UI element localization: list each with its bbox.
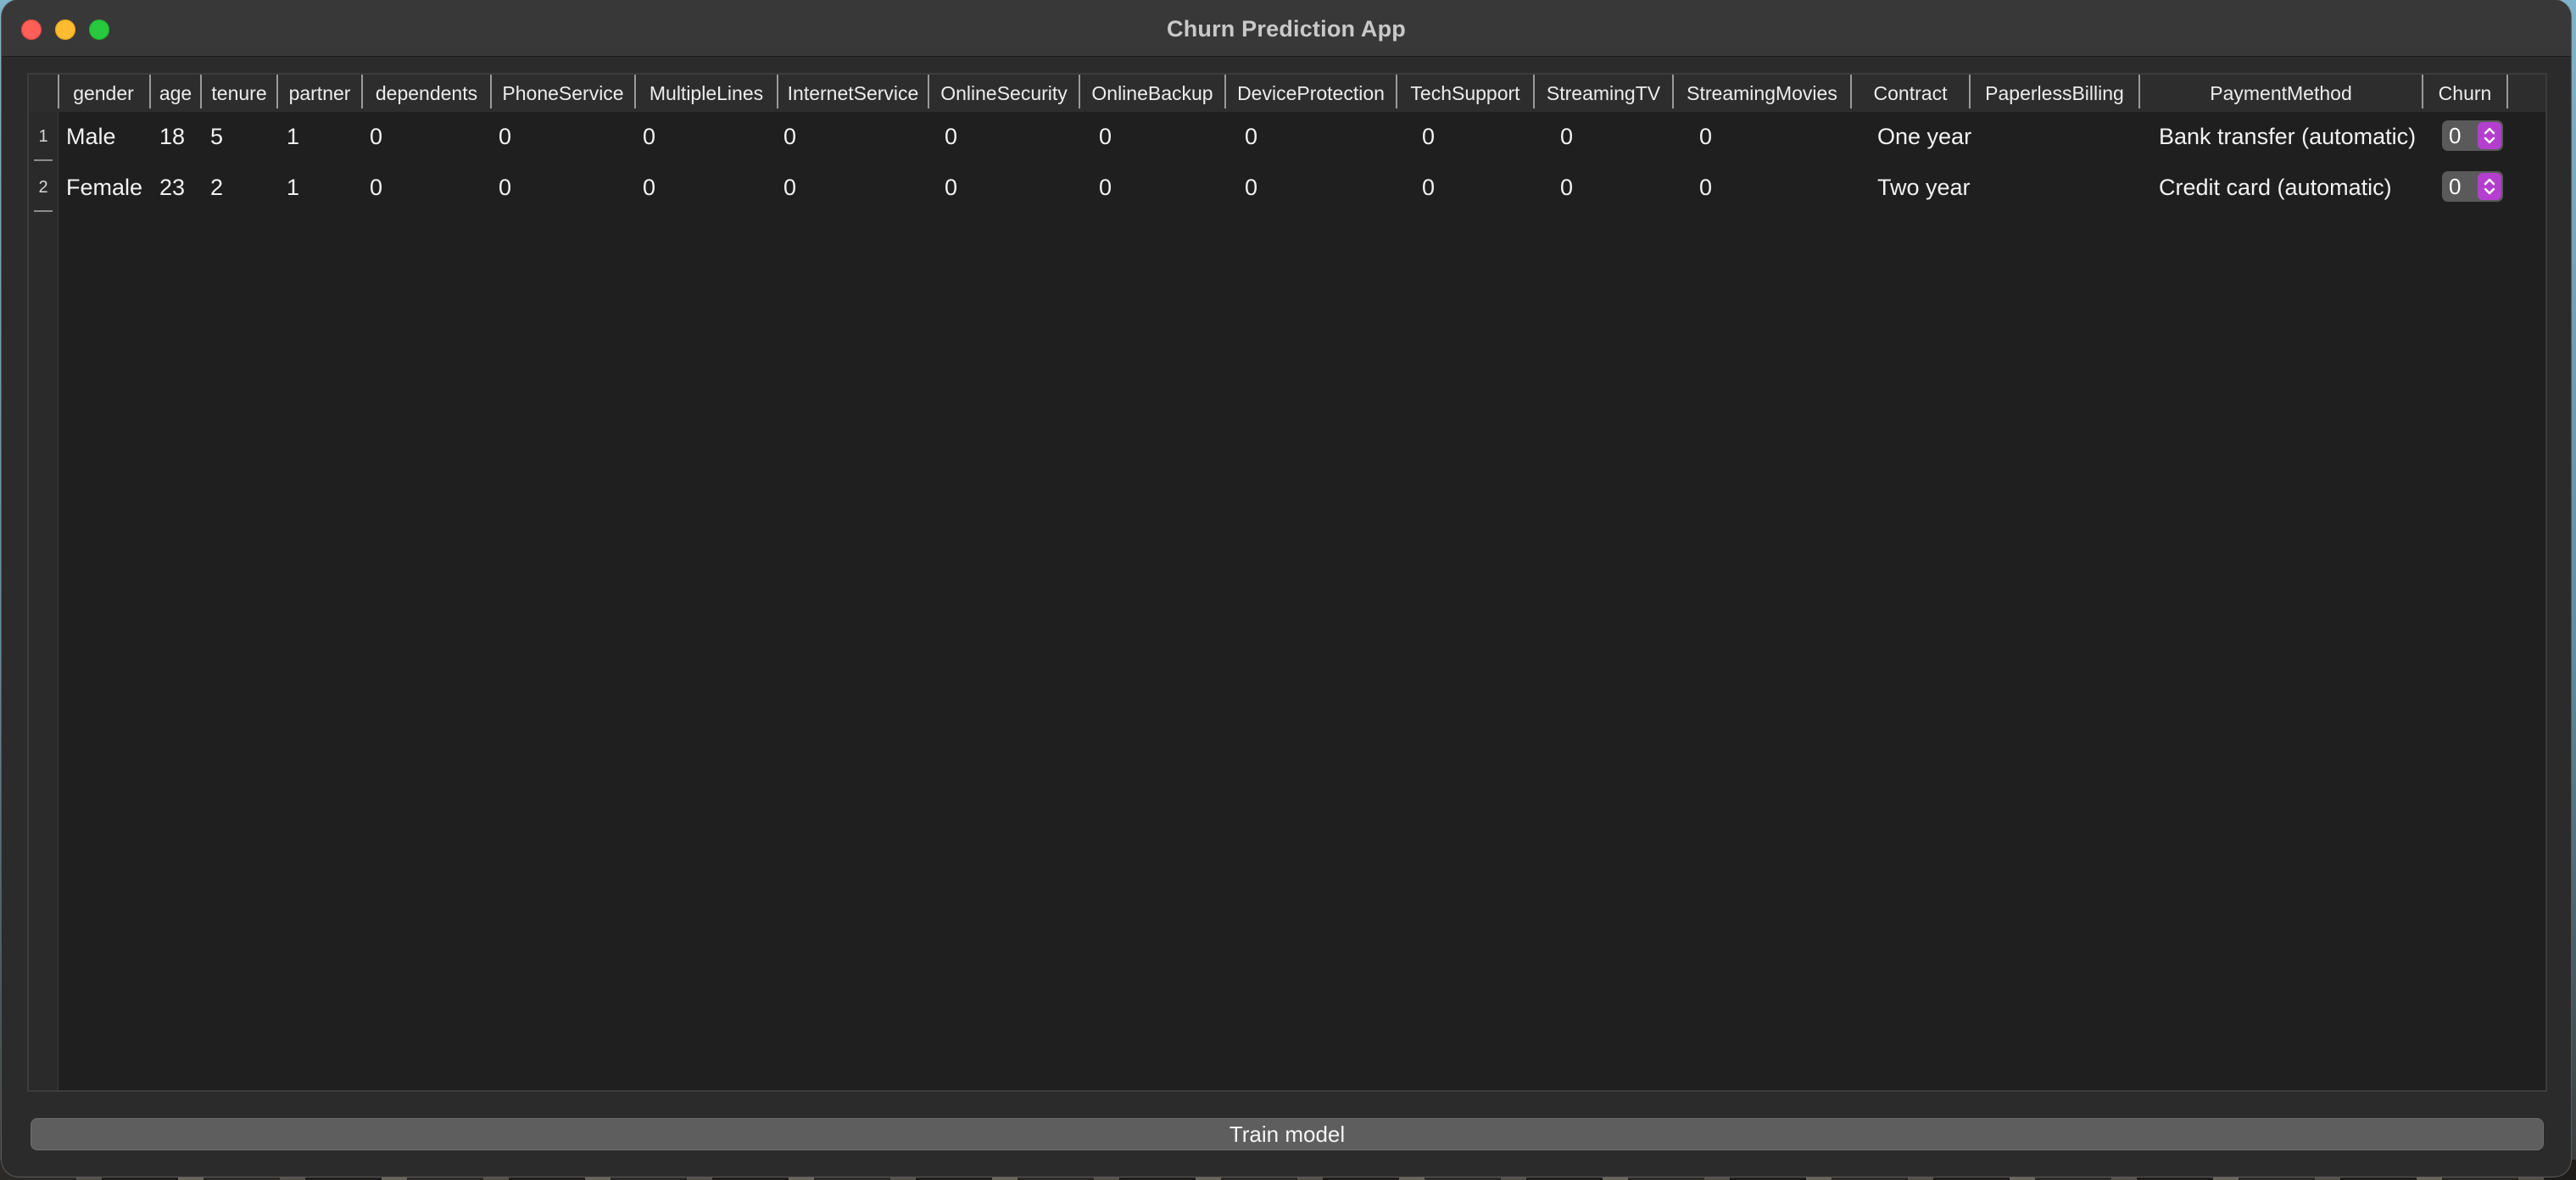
column-header-tenure[interactable]: tenure xyxy=(202,75,276,112)
cell-phoneservice[interactable]: 0 xyxy=(499,175,511,201)
cell-phoneservice[interactable]: 0 xyxy=(499,124,511,150)
column-header-phoneservice[interactable]: PhoneService xyxy=(492,75,634,112)
cell-age[interactable]: 23 xyxy=(159,175,185,201)
column-header-row: gender age tenure partner dependents Pho… xyxy=(58,75,2545,112)
cell-onlinebackup[interactable]: 0 xyxy=(1099,124,1112,150)
churn-value[interactable]: 0 xyxy=(2449,174,2461,200)
cell-gender[interactable]: Male xyxy=(66,124,116,150)
column-header-internetservice[interactable]: InternetService xyxy=(778,75,928,112)
column-header-contract[interactable]: Contract xyxy=(1852,75,1969,112)
window-title: Churn Prediction App xyxy=(1167,16,1406,42)
cell-multiplelines[interactable]: 0 xyxy=(643,124,655,150)
cell-age[interactable]: 18 xyxy=(159,124,185,150)
cell-techsupport[interactable]: 0 xyxy=(1422,124,1435,150)
cell-deviceprotection[interactable]: 0 xyxy=(1245,175,1257,201)
app-window: Churn Prediction App gender age tenure p… xyxy=(2,0,2571,1177)
cell-contract[interactable]: One year xyxy=(1877,124,1971,150)
cell-multiplelines[interactable]: 0 xyxy=(643,175,655,201)
chevron-up-down-icon[interactable] xyxy=(2478,122,2501,149)
cell-partner[interactable]: 1 xyxy=(287,124,299,150)
cell-streamingmovies[interactable]: 0 xyxy=(1699,175,1712,201)
column-header-paymentmethod[interactable]: PaymentMethod xyxy=(2140,75,2422,112)
row-number[interactable]: 2 xyxy=(29,178,58,198)
cell-paymentmethod[interactable]: Bank transfer (automatic) xyxy=(2159,124,2416,150)
column-header-dependents[interactable]: dependents xyxy=(363,75,490,112)
column-header-streamingmovies[interactable]: StreamingMovies xyxy=(1674,75,1850,112)
row-header-column xyxy=(29,112,59,1090)
train-model-button[interactable]: Train model xyxy=(31,1118,2544,1150)
column-header-onlinebackup[interactable]: OnlineBackup xyxy=(1080,75,1224,112)
churn-spinbox[interactable]: 0 xyxy=(2442,120,2503,151)
row-divider xyxy=(34,159,53,161)
cell-streamingtv[interactable]: 0 xyxy=(1560,124,1573,150)
row-divider xyxy=(34,210,53,212)
column-header-onlinesecurity[interactable]: OnlineSecurity xyxy=(929,75,1079,112)
cell-tenure[interactable]: 5 xyxy=(210,124,223,150)
cell-techsupport[interactable]: 0 xyxy=(1422,175,1435,201)
cell-dependents[interactable]: 0 xyxy=(370,175,382,201)
column-header-multiplelines[interactable]: MultipleLines xyxy=(636,75,777,112)
column-header-deviceprotection[interactable]: DeviceProtection xyxy=(1226,75,1396,112)
column-header-age[interactable]: age xyxy=(151,75,200,112)
cell-dependents[interactable]: 0 xyxy=(370,124,382,150)
column-header-streamingtv[interactable]: StreamingTV xyxy=(1535,75,1672,112)
data-table[interactable]: gender age tenure partner dependents Pho… xyxy=(27,73,2547,1092)
cell-contract[interactable]: Two year xyxy=(1877,175,1971,201)
cell-onlinesecurity[interactable]: 0 xyxy=(945,124,957,150)
cell-onlinebackup[interactable]: 0 xyxy=(1099,175,1112,201)
cell-paymentmethod[interactable]: Credit card (automatic) xyxy=(2159,175,2392,201)
row-number[interactable]: 1 xyxy=(29,127,58,147)
cell-streamingmovies[interactable]: 0 xyxy=(1699,124,1712,150)
cell-onlinesecurity[interactable]: 0 xyxy=(945,175,957,201)
cell-tenure[interactable]: 2 xyxy=(210,175,223,201)
cell-partner[interactable]: 1 xyxy=(287,175,299,201)
cell-internetservice[interactable]: 0 xyxy=(783,175,796,201)
column-header-paperlessbilling[interactable]: PaperlessBilling xyxy=(1971,75,2138,112)
churn-value[interactable]: 0 xyxy=(2449,123,2461,149)
chevron-up-down-icon[interactable] xyxy=(2478,173,2501,200)
header-separator xyxy=(2506,75,2508,109)
table-corner[interactable] xyxy=(29,75,58,112)
cell-streamingtv[interactable]: 0 xyxy=(1560,175,1573,201)
column-header-techsupport[interactable]: TechSupport xyxy=(1397,75,1533,112)
column-header-gender[interactable]: gender xyxy=(58,75,149,112)
cell-deviceprotection[interactable]: 0 xyxy=(1245,124,1257,150)
column-header-churn[interactable]: Churn xyxy=(2423,75,2506,112)
column-header-partner[interactable]: partner xyxy=(278,75,361,112)
cell-gender[interactable]: Female xyxy=(66,175,142,201)
churn-spinbox[interactable]: 0 xyxy=(2442,171,2503,202)
cell-internetservice[interactable]: 0 xyxy=(783,124,796,150)
title-bar: Churn Prediction App xyxy=(2,0,2571,57)
